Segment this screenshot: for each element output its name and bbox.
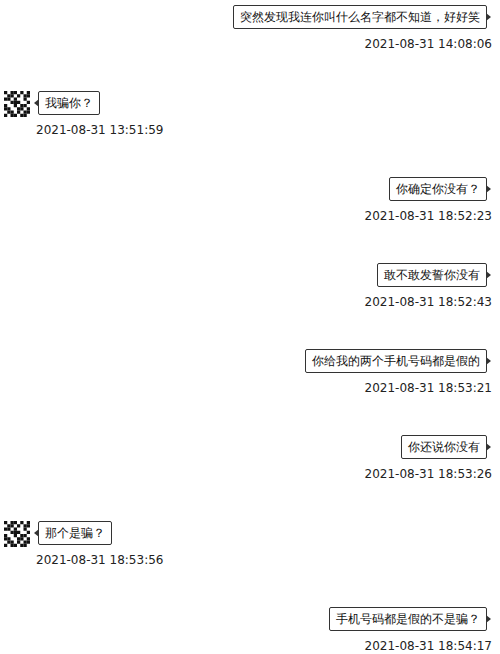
- message-row: 突然发现我连你叫什么名字都不知道，好好笑 2021-08-31 14:08:06: [4, 5, 492, 51]
- avatar-icon[interactable]: [4, 91, 30, 117]
- message-time: 2021-08-31 14:08:06: [365, 37, 492, 51]
- message-bubble[interactable]: 那个是骗？: [38, 521, 112, 545]
- message-bubble[interactable]: 我骗你？: [38, 91, 100, 115]
- message-time: 2021-08-31 18:53:56: [36, 553, 163, 567]
- message-time: 2021-08-31 18:52:43: [365, 295, 492, 309]
- message-bubble[interactable]: 你给我的两个手机号码都是假的: [305, 349, 487, 373]
- message-body: 你确定你没有？ 2021-08-31 18:52:23: [365, 177, 492, 223]
- message-row: 你确定你没有？ 2021-08-31 18:52:23: [4, 177, 492, 223]
- message-body: 突然发现我连你叫什么名字都不知道，好好笑 2021-08-31 14:08:06: [233, 5, 492, 51]
- message-bubble[interactable]: 突然发现我连你叫什么名字都不知道，好好笑: [233, 5, 487, 29]
- avatar-icon[interactable]: [4, 521, 30, 547]
- message-time: 2021-08-31 18:52:23: [365, 209, 492, 223]
- message-body: 手机号码都是假的不是骗？ 2021-08-31 18:54:17: [329, 607, 492, 653]
- message-bubble[interactable]: 敢不敢发誓你没有: [377, 263, 487, 287]
- message-body: 敢不敢发誓你没有 2021-08-31 18:52:43: [365, 263, 492, 309]
- message-time: 2021-08-31 18:53:21: [365, 381, 492, 395]
- message-time: 2021-08-31 18:53:26: [365, 467, 492, 481]
- message-row: 我骗你？ 2021-08-31 13:51:59: [4, 91, 492, 137]
- message-time: 2021-08-31 13:51:59: [36, 123, 163, 137]
- message-row: 那个是骗？ 2021-08-31 18:53:56: [4, 521, 492, 567]
- message-body: 你给我的两个手机号码都是假的 2021-08-31 18:53:21: [305, 349, 492, 395]
- message-body: 那个是骗？ 2021-08-31 18:53:56: [36, 521, 163, 567]
- message-row: 你还说你没有 2021-08-31 18:53:26: [4, 435, 492, 481]
- message-bubble[interactable]: 你确定你没有？: [389, 177, 487, 201]
- message-row: 敢不敢发誓你没有 2021-08-31 18:52:43: [4, 263, 492, 309]
- message-time: 2021-08-31 18:54:17: [365, 639, 492, 653]
- chat-log: 突然发现我连你叫什么名字都不知道，好好笑 2021-08-31 14:08:06 我…: [0, 0, 500, 654]
- message-body: 我骗你？ 2021-08-31 13:51:59: [36, 91, 163, 137]
- message-row: 手机号码都是假的不是骗？ 2021-08-31 18:54:17: [4, 607, 492, 653]
- message-body: 你还说你没有 2021-08-31 18:53:26: [365, 435, 492, 481]
- message-row: 你给我的两个手机号码都是假的 2021-08-31 18:53:21: [4, 349, 492, 395]
- message-bubble[interactable]: 手机号码都是假的不是骗？: [329, 607, 487, 631]
- message-bubble[interactable]: 你还说你没有: [401, 435, 487, 459]
